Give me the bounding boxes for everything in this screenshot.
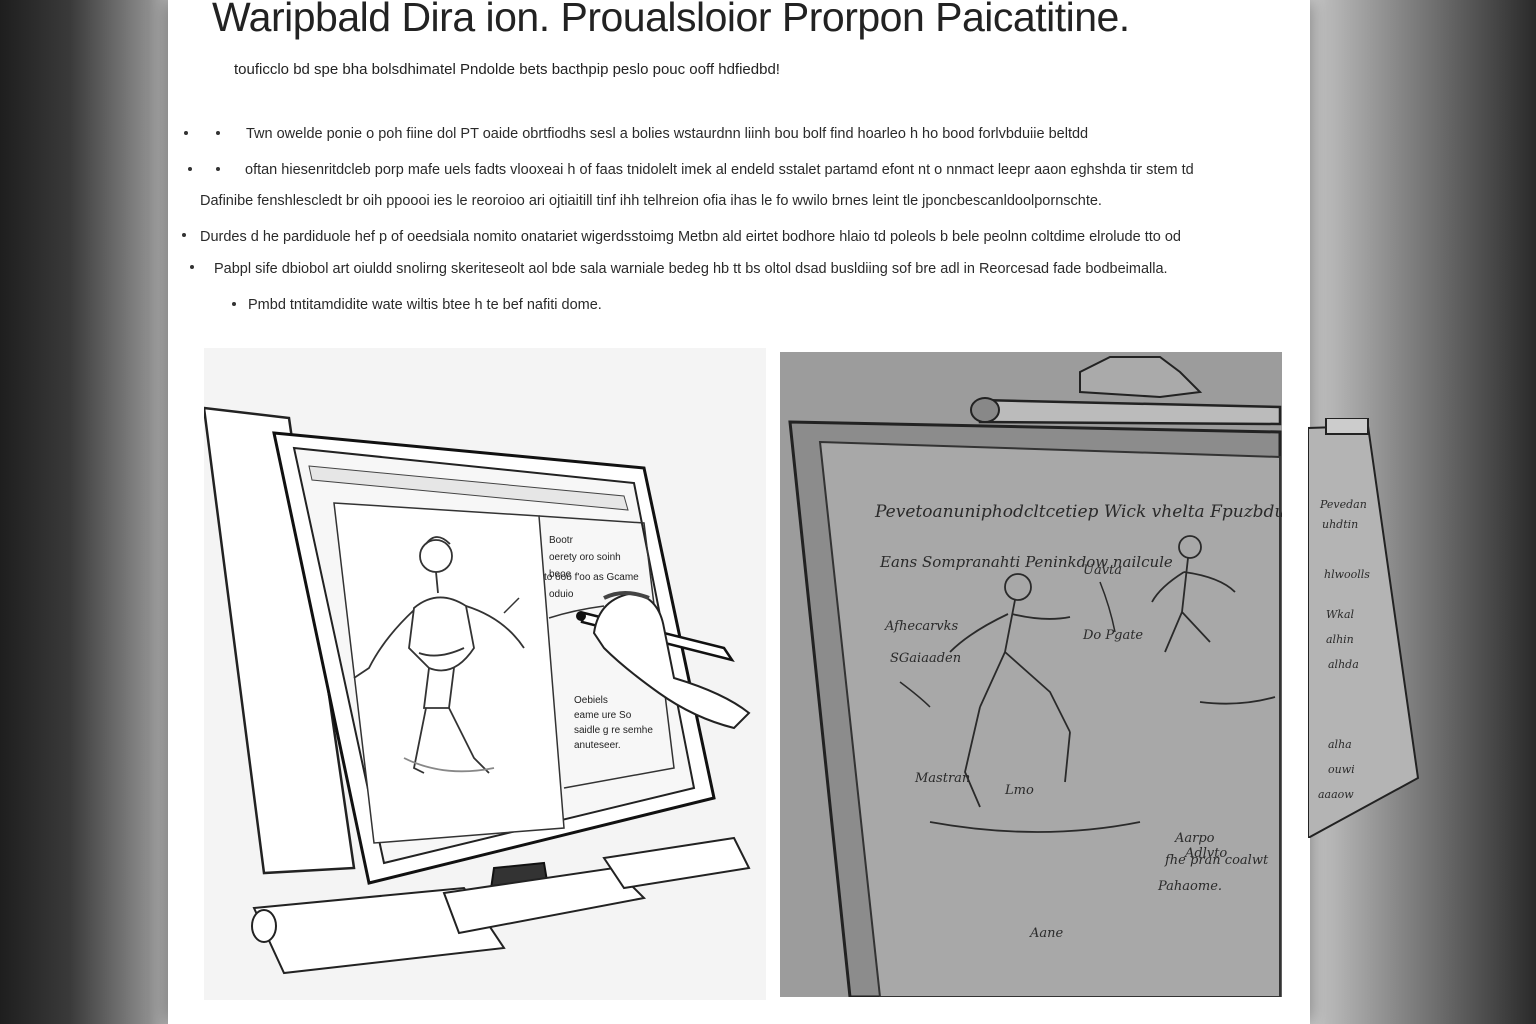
bullet-dot [216,131,220,135]
board-label: Do Pgate [1082,628,1143,643]
body-line: Pabpl sife dbiobol art oiuldd snolirng s… [214,261,1168,277]
board-subheading: Eans Sompranahti Peninkdow nailcule [879,553,1173,571]
side-sheet: Pevedan uhdtin hlwoolls Wkal alhin alhda… [1308,418,1426,838]
monitor-drawing-illustration: Bootr oerety oro soinh beoe to ooo f'oo … [204,348,766,1000]
document-subtitle: touficclo bd spe bha bolsdhimatel Pndold… [234,61,780,78]
screen-note: Oebiels [574,695,608,706]
body-line: Pmbd tntitamdidite wate wiltis btee h te… [248,297,602,313]
board-note-line: Aarpo [1174,831,1215,846]
easel-board-illustration: Pevetoanuniphodcltcetiep Wick vhelta Fpu… [780,352,1282,997]
screen-note: eame ure So [574,710,632,721]
side-sheet-paper [1308,424,1420,838]
body-line: Twn owelde ponie o poh fiine dol PT oaid… [246,126,1089,142]
board-label: Lmo [1004,783,1034,798]
paper-roll [251,909,277,943]
easel-sheet [818,440,1281,997]
side-note: Wkal [1326,608,1355,621]
stylus-tip [576,611,586,621]
screen-note: oduio [549,589,574,600]
board-label: Uavta [1083,563,1122,578]
side-note: aaaow [1318,788,1354,801]
board-note-line: fhe pran coalwt [1164,853,1269,868]
board-heading: Pevetoanuniphodcltcetiep Wick vhelta Fpu… [874,502,1282,522]
side-note: Pevedan [1319,498,1367,511]
document-title: Waripbald Dira ion. Proualsloior Prorpon… [212,0,1130,40]
left-shadow [0,0,175,1024]
bullet-dot [232,302,236,306]
bullet-dot [182,233,186,237]
side-sheet-clip [1325,418,1369,435]
bullet-dot [216,167,220,171]
body-line: Dafinibe fenshlescledt br oih ppoooi ies… [200,193,1102,209]
document-page: Waripbald Dira ion. Proualsloior Prorpon… [168,0,1310,1024]
side-note: alha [1328,738,1352,751]
bullet-dot [188,167,192,171]
board-note-line: Pahaome. [1157,879,1222,894]
desk-paper [602,836,751,890]
bullet-dot [190,265,194,269]
board-label: SGaiaaden [890,651,961,666]
monitor-sketch: Bootr oerety oro soinh beoe to ooo f'oo … [204,406,751,975]
screen-note: Bootr [549,535,574,546]
screen-note: anuteseer. [574,740,621,751]
clip-knob [970,397,1000,423]
board-label: Aane [1029,926,1064,941]
screen-note: to ooo f'oo as Gcame [544,572,639,583]
side-note: alhda [1328,658,1359,671]
side-sheet-sketch: Pevedan uhdtin hlwoolls Wkal alhin alhda… [1308,418,1420,838]
side-note: hlwoolls [1324,568,1370,581]
board-label: Afhecarvks [884,619,959,634]
body-line: oftan hiesenritdcleb porp mafe uels fadt… [245,162,1194,178]
side-note: uhdtin [1322,518,1358,531]
side-note: alhin [1326,633,1354,646]
side-note: ouwi [1328,763,1355,776]
monitor-base [442,866,647,935]
board-label: Mastran [914,771,970,786]
easel-sketch: Pevetoanuniphodcltcetiep Wick vhelta Fpu… [780,352,1282,997]
body-line: Durdes d he pardiduole hef p of oeedsial… [200,229,1181,245]
screen-note: oerety oro soinh [549,552,621,563]
bullet-dot [184,131,188,135]
screen-note: saidle g re semhe [574,725,653,736]
